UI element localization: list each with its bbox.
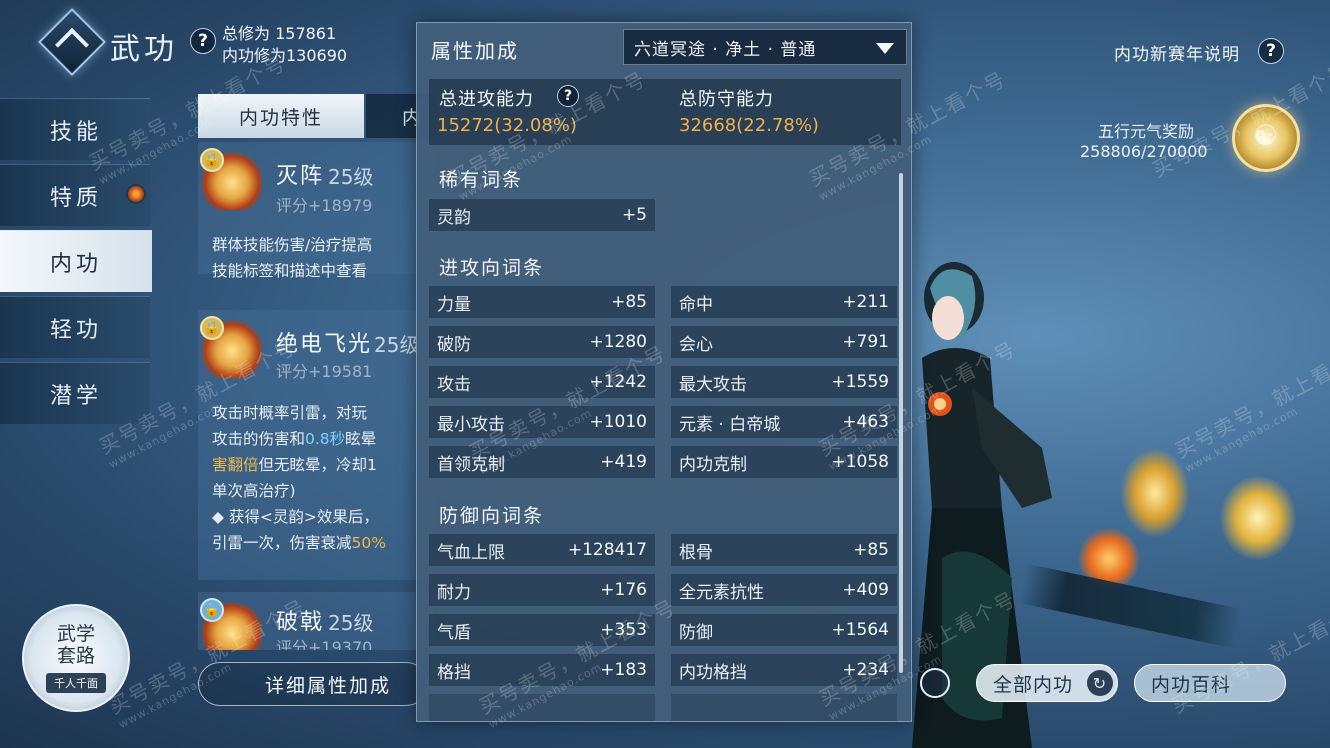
attr-row: 灵韵 +5 [429, 199, 655, 231]
nav-item-qinggong[interactable]: 轻功 [0, 296, 150, 358]
skill-card-juedianfeiguang[interactable]: 🔒 绝电飞光 25级 评分+19581 攻击时概率引雷，对玩 攻击的伤害和0.8… [198, 310, 434, 580]
neigong-wiki-button[interactable]: 内功百科 [1134, 664, 1286, 702]
skill-desc-line: ◆ 获得<灵韵>效果后， [212, 508, 379, 526]
attr-row: 内功克制 +1058 [671, 446, 897, 478]
popup-scrollbar[interactable] [899, 173, 903, 673]
help-icon[interactable]: ? [190, 28, 216, 54]
chevron-down-icon [876, 43, 894, 54]
attr-row: 气血上限 +128417 [429, 534, 655, 566]
wuxue-sub: 千人千面 [46, 673, 106, 693]
defense-section-title: 防御向词条 [439, 505, 545, 527]
wuxue-line1: 武学 [56, 623, 95, 645]
lock-icon: 🔒 [200, 148, 224, 172]
skill-score: 评分+19581 [276, 362, 373, 381]
refresh-icon: ↻ [1087, 670, 1113, 696]
total-defense-label: 总防守能力 [679, 89, 774, 110]
dropdown-value: 六道冥途 · 净土 · 普通 [634, 39, 817, 60]
skill-level: 25级 [328, 165, 374, 189]
tab-neigong-traits[interactable]: 内功特性 [198, 94, 364, 138]
season-info-label[interactable]: 内功新赛年说明 [1114, 40, 1240, 65]
attr-row-partial [429, 694, 655, 721]
golden-spark-icon [1220, 476, 1296, 560]
skill-desc-line: 害翻倍但无眩晕，冷却1 [212, 456, 377, 474]
attr-row: 格挡 +183 [429, 654, 655, 686]
camera-rotate-icon[interactable] [920, 668, 950, 698]
watermark: 买号卖号，就上看个号 www.kangehao.com [1170, 338, 1330, 476]
lock-icon: 🔒 [200, 316, 224, 340]
total-attack-value: 15272(32.08%) [437, 115, 577, 136]
attr-row: 最小攻击 +1010 [429, 406, 655, 438]
attr-row: 破防 +1280 [429, 326, 655, 358]
nav-item-neigong[interactable]: 内功 [0, 230, 152, 292]
notification-dot-icon [126, 184, 146, 204]
skill-desc-line: 单次高治疗) [212, 482, 296, 500]
attr-row: 最大攻击 +1559 [671, 366, 897, 398]
skill-name: 破戟 [276, 610, 325, 635]
attr-row: 内功格挡 +234 [671, 654, 897, 686]
attr-row: 气盾 +353 [429, 614, 655, 646]
attr-row: 命中 +211 [671, 286, 897, 318]
skill-level: 25级 [374, 333, 420, 357]
all-neigong-button[interactable]: 全部内功 ↻ [976, 664, 1118, 702]
nav-item-qianxue[interactable]: 潜学 [0, 362, 150, 424]
skill-name: 绝电飞光 [276, 332, 373, 357]
skill-level: 25级 [328, 611, 374, 635]
attr-row: 防御 +1564 [671, 614, 897, 646]
neigong-wiki-label: 内功百科 [1151, 673, 1232, 696]
wuxue-line2: 套路 [56, 645, 95, 667]
attr-row: 力量 +85 [429, 286, 655, 318]
attr-row: 全元素抗性 +409 [671, 574, 897, 606]
total-summary: 总进攻能力 ? 15272(32.08%) 总防守能力 32668(22.78%… [429, 79, 901, 145]
skill-desc-line: 攻击的伤害和0.8秒眩晕 [212, 430, 377, 448]
page-title: 武功 [110, 32, 178, 67]
attr-row-partial [671, 694, 897, 721]
attribute-bonus-popup: 属性加成 六道冥途 · 净土 · 普通 总进攻能力 ? 15272(32.08%… [416, 22, 912, 722]
skill-desc-line: 群体技能伤害/治疗提高 [212, 236, 373, 254]
skill-score: 评分+18979 [276, 196, 373, 215]
attr-row: 耐力 +176 [429, 574, 655, 606]
golden-spark-icon [1120, 448, 1190, 538]
season-help-icon[interactable]: ? [1258, 38, 1284, 64]
lock-icon: 🔒 [200, 598, 224, 622]
skill-name: 灭阵 [276, 164, 325, 189]
help-icon[interactable]: ? [557, 85, 579, 107]
skill-card-poji[interactable]: 🔒 破戟 25级 评分+19370 [198, 592, 434, 650]
five-elements-reward-icon[interactable] [1232, 104, 1300, 172]
skill-desc-line: 攻击时概率引雷，对玩 [212, 404, 368, 422]
attack-section-title: 进攻向词条 [439, 257, 545, 279]
detail-attributes-button[interactable]: 详细属性加成 [198, 662, 428, 706]
skill-score: 评分+19370 [276, 638, 373, 650]
nav-item-skills[interactable]: 技能 [0, 98, 150, 160]
attr-row: 会心 +791 [671, 326, 897, 358]
attr-row: 元素 · 白帝城 +463 [671, 406, 897, 438]
attr-row: 根骨 +85 [671, 534, 897, 566]
mode-dropdown[interactable]: 六道冥途 · 净土 · 普通 [623, 29, 907, 65]
neigong-cultivation: 内功修为130690 [222, 46, 348, 65]
wuxue-taolu-button[interactable]: 武学 套路 千人千面 [22, 604, 130, 712]
attr-row: 攻击 +1242 [429, 366, 655, 398]
reward-progress: 258806/270000 [1080, 142, 1208, 161]
total-defense-value: 32668(22.78%) [679, 115, 819, 136]
skill-desc-line: 技能标签和描述中查看 [212, 262, 368, 280]
skill-desc-line: 引雷一次，伤害衰减50% [212, 534, 386, 552]
back-logo-icon[interactable] [38, 8, 106, 76]
total-attack-label: 总进攻能力 [439, 89, 534, 110]
total-cultivation: 总修为 157861 [222, 24, 337, 43]
skill-card-miezhen[interactable]: 🔒 灭阵 25级 评分+18979 群体技能伤害/治疗提高 技能标签和描述中查看 [198, 142, 434, 280]
rare-section-title: 稀有词条 [439, 169, 524, 191]
attr-row: 首领克制 +419 [429, 446, 655, 478]
all-neigong-label: 全部内功 [993, 673, 1074, 696]
reward-label: 五行元气奖励 [1098, 122, 1195, 141]
popup-title: 属性加成 [431, 39, 519, 63]
